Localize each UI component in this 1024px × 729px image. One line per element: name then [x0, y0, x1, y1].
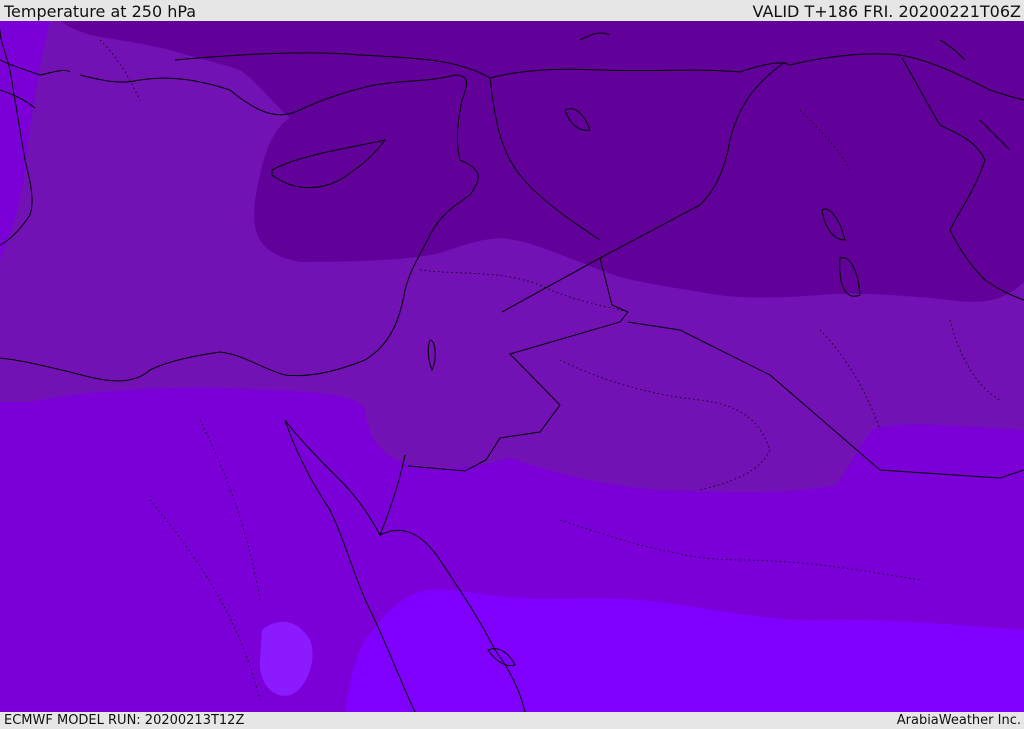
model-run: ECMWF MODEL RUN: 20200213T12Z — [4, 713, 245, 728]
title-bar: Temperature at 250 hPa VALID T+186 FRI. … — [0, 0, 1024, 21]
temperature-map[interactable] — [0, 21, 1024, 712]
footer-bar: ECMWF MODEL RUN: 20200213T12Z ArabiaWeat… — [0, 712, 1024, 729]
credit: ArabiaWeather Inc. — [896, 713, 1021, 728]
map-canvas — [0, 21, 1024, 712]
